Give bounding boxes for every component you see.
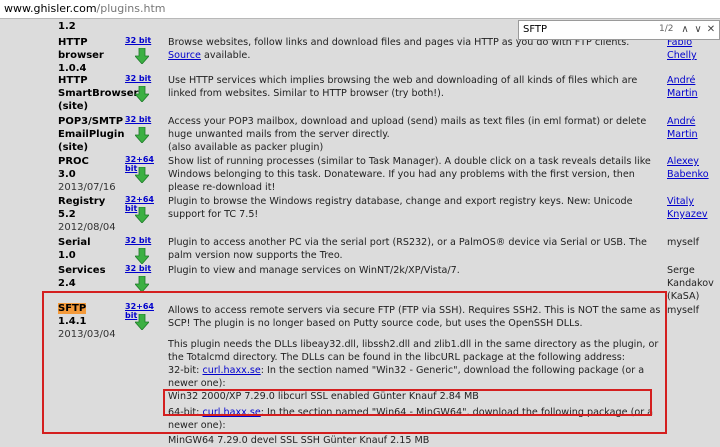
download-link[interactable]: 32 bit [125,115,151,124]
address-bar[interactable]: www.ghisler.com/plugins.htm [0,0,720,19]
find-input[interactable]: SFTP [523,24,547,35]
table-row: Registry 5.2 2012/08/04 32+64 bit Plugin t… [0,195,720,237]
table-row: PROC 3.0 2013/07/16 32+64 bit Show list of… [0,155,720,197]
table-row: Serial 1.0 32 bit Plugin to access anothe… [0,236,720,264]
plugin-name: HTTP browser 1.0.4 [58,36,122,75]
download-cell[interactable]: 32+64 bit [125,195,163,223]
plugin-version: 5.2 [58,209,76,220]
download-link[interactable]: 32 bit [125,264,151,273]
plugin-title: HTTP browser [58,37,104,61]
download-arrow-icon[interactable] [135,276,149,292]
author-link[interactable]: Fabio Chelly [667,37,697,61]
plugin-name: HTTP SmartBrowser (site) [58,74,138,113]
plugin-date: 2012/08/04 [58,222,116,233]
download-cell[interactable]: 32+64 bit [125,155,163,183]
author-link[interactable]: André Martin [667,116,698,140]
plugin-name: POP3/SMTP EmailPlugin (site) [58,115,125,154]
plugin-title: Services [58,265,106,276]
download-arrow-icon[interactable] [135,207,149,223]
find-count: 1/2 [659,24,674,34]
plugin-date: 2013/07/16 [58,182,116,193]
find-bar[interactable]: SFTP 1/2 ∧ ∨ ✕ [518,20,720,40]
download-link[interactable]: 32 bit [125,74,151,83]
plugins-table: 1.2 HTTP browser 1.0.4 32 bit Browse webs… [0,19,720,446]
url-path: /plugins.htm [96,2,166,15]
plugin-title: Registry [58,196,106,207]
plugin-author[interactable]: Alexey Babenko [667,155,720,181]
plugin-description: Plugin to view and manage services on Wi… [168,265,460,276]
plugin-author[interactable]: André Martin [667,74,720,100]
download-arrow-icon[interactable] [135,48,149,64]
plugin-author[interactable]: André Martin [667,115,720,141]
64bit-highlight-box [163,389,652,416]
download-cell[interactable]: 32 bit [125,264,163,292]
download-cell[interactable]: 32 bit [125,236,163,264]
url-text: www.ghisler.com/plugins.htm [4,2,166,15]
plugin-title: PROC [58,156,89,167]
download-link[interactable]: 32 bit [125,36,151,45]
plugin-description: Plugin to browse the Windows registry da… [168,196,633,220]
download-link[interactable]: 32 bit [125,236,151,245]
sftp-64bit-package: MinGW64 7.29.0 devel SSL SSH Günter Knau… [168,435,430,446]
download-cell[interactable]: 32 bit [125,36,163,64]
download-arrow-icon[interactable] [135,167,149,183]
table-row: HTTP browser 1.0.4 32 bit Browse websites… [0,36,720,75]
plugin-version: 1.0.4 [58,63,87,74]
plugin-title: Serial [58,237,91,248]
author-link[interactable]: Vitaly Knyazev [667,196,708,220]
plugin-description: Show list of running processes (similar … [168,156,651,193]
plugin-description: Plugin to access another PC via the seri… [168,237,647,261]
plugin-author: myself [667,237,699,248]
source-link[interactable]: Source [168,50,201,61]
plugin-description: Use HTTP services which implies browsing… [168,75,638,99]
download-cell[interactable]: 32 bit [125,74,163,102]
plugin-title: POP3/SMTP EmailPlugin (site) [58,116,125,153]
plugin-author: myself [667,305,699,316]
plugin-version: 2.4 [58,278,76,289]
download-arrow-icon[interactable] [135,248,149,264]
download-arrow-icon[interactable] [135,127,149,143]
download-cell[interactable]: 32 bit [125,115,163,143]
plugin-version: 1.2 [58,21,76,32]
download-arrow-icon[interactable] [135,86,149,102]
author-link[interactable]: André Martin [667,75,698,99]
plugin-description: Access your POP3 mailbox, download and u… [168,116,647,153]
plugin-name: Registry 5.2 2012/08/04 [58,195,122,234]
close-icon[interactable]: ✕ [703,22,719,38]
url-domain: www.ghisler.com [4,2,97,15]
plugin-name: Services 2.4 [58,264,122,290]
plugin-version: 3.0 [58,169,76,180]
plugin-name: Serial 1.0 [58,236,122,262]
author-link[interactable]: Alexey Babenko [667,156,709,180]
plugin-author[interactable]: Vitaly Knyazev [667,195,720,221]
plugin-author: Serge Kandakov (KaSA) [667,265,714,302]
plugin-version: 1.0 [58,250,76,261]
table-row: HTTP SmartBrowser (site) 32 bit Use HTTP… [0,74,720,114]
plugin-name: PROC 3.0 2013/07/16 [58,155,122,194]
